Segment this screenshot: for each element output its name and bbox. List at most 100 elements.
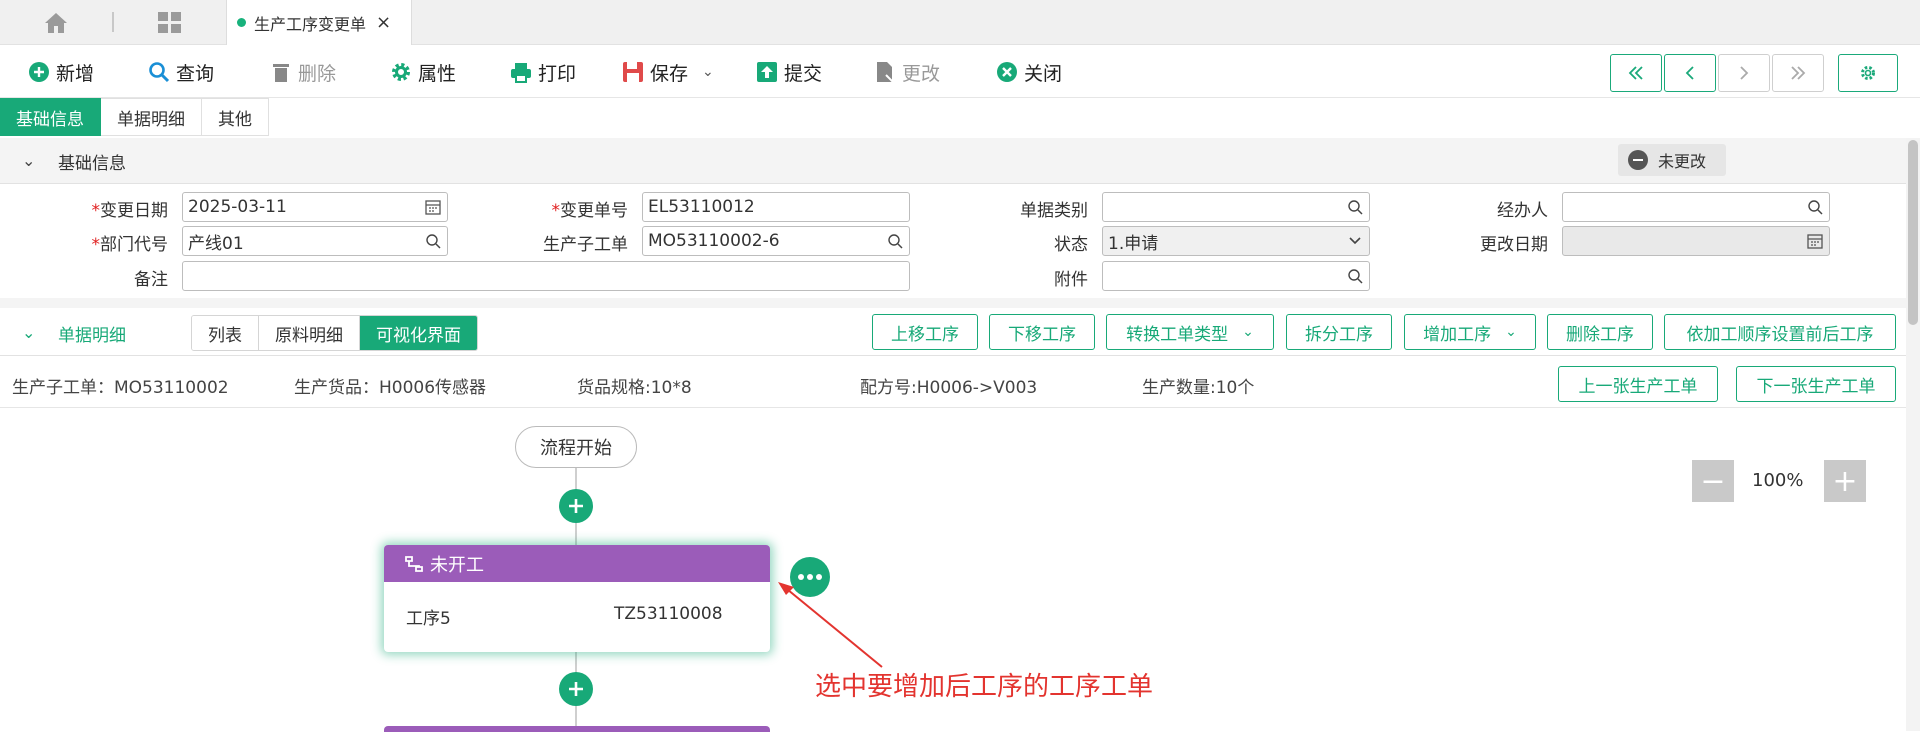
dept-field[interactable]: 产线01 xyxy=(182,226,448,256)
move-up-button[interactable]: 上移工序 xyxy=(872,314,978,350)
double-chevron-right-icon xyxy=(1791,66,1806,80)
search-icon[interactable] xyxy=(1807,199,1823,215)
tab-other[interactable]: 其他 xyxy=(202,98,269,136)
doc-detail-header: ⌄ 单据明细 列表 原料明细 可视化界面 上移工序 下移工序 转换工单类型 ⌄ 拆… xyxy=(0,310,1906,356)
dept-label: *部门代号 xyxy=(91,235,169,255)
basic-info-header: ⌄ 基础信息 未更改 xyxy=(0,138,1906,184)
annotation-arrow-icon xyxy=(778,582,883,668)
next-record-button[interactable] xyxy=(1718,54,1770,92)
prev-record-button[interactable] xyxy=(1664,54,1716,92)
search-icon xyxy=(149,62,170,83)
next-order-button[interactable]: 下一张生产工单 xyxy=(1736,366,1896,402)
save-button[interactable]: 保存 ⌄ xyxy=(622,58,714,86)
remove-op-button[interactable]: 删除工序 xyxy=(1547,314,1653,350)
info-goods: 生产货品：H0006传感器 xyxy=(294,378,487,398)
order-info-row: 生产子工单：MO53110002 生产货品：H0006传感器 货品规格:10*8… xyxy=(0,356,1906,408)
subtab-list[interactable]: 列表 xyxy=(192,316,259,350)
submit-button[interactable]: 提交 xyxy=(756,58,822,86)
attach-label: 附件 xyxy=(1054,270,1088,290)
change-no-field[interactable]: EL53110012 xyxy=(642,192,910,222)
tab-separator xyxy=(112,12,114,32)
modify-button[interactable]: 更改 xyxy=(874,58,940,86)
modify-date-label: 更改日期 xyxy=(1480,235,1548,255)
active-dot-icon xyxy=(237,18,246,27)
close-icon[interactable]: × xyxy=(376,12,391,33)
search-icon[interactable] xyxy=(1347,268,1363,284)
split-button[interactable]: 拆分工序 xyxy=(1286,314,1392,350)
close-button[interactable]: 关闭 xyxy=(996,58,1062,86)
state-select[interactable]: 1.申请 xyxy=(1102,226,1370,256)
query-label: 查询 xyxy=(176,62,215,85)
chevron-down-icon[interactable]: ⌄ xyxy=(22,323,35,342)
flow-steps-icon xyxy=(405,555,423,572)
operation-card[interactable]: 未开工 工序5 TZ53110008 xyxy=(384,545,770,652)
next-operation-card[interactable] xyxy=(384,726,770,732)
settings-button[interactable] xyxy=(1838,54,1898,92)
print-label: 打印 xyxy=(538,62,577,85)
handler-field[interactable] xyxy=(1562,192,1830,222)
prev-order-button[interactable]: 上一张生产工单 xyxy=(1558,366,1718,402)
chevron-down-icon[interactable]: ⌄ xyxy=(702,64,714,80)
properties-button[interactable]: 属性 xyxy=(390,58,456,86)
save-label: 保存 xyxy=(650,62,689,85)
upload-icon xyxy=(757,62,777,82)
modify-label: 更改 xyxy=(902,62,941,85)
search-icon[interactable] xyxy=(1347,199,1363,215)
add-op-button[interactable]: 增加工序 ⌄ xyxy=(1404,314,1536,350)
status-badge: 未更改 xyxy=(1618,144,1726,176)
remark-label: 备注 xyxy=(134,270,168,290)
plus-icon xyxy=(569,682,583,696)
zoom-level: 100% xyxy=(1752,470,1804,491)
scrollbar-thumb[interactable] xyxy=(1908,140,1918,325)
search-icon[interactable] xyxy=(425,233,441,249)
query-button[interactable]: 查询 xyxy=(148,58,214,86)
edit-doc-icon xyxy=(877,62,894,83)
tab-doc-detail[interactable]: 单据明细 xyxy=(101,98,202,136)
info-formula: 配方号:H0006->V003 xyxy=(860,378,1038,398)
calendar-icon[interactable] xyxy=(425,199,441,215)
grid-icon[interactable] xyxy=(158,12,182,34)
home-icon[interactable] xyxy=(44,12,68,34)
zoom-out-button[interactable]: − xyxy=(1692,460,1734,502)
attach-field[interactable] xyxy=(1102,261,1370,291)
change-no-label: *变更单号 xyxy=(551,201,629,221)
doc-detail-title: 单据明细 xyxy=(58,326,126,346)
minus-circle-icon xyxy=(1628,150,1648,170)
add-step-button[interactable] xyxy=(559,489,593,523)
gear-icon xyxy=(1861,66,1875,80)
modify-date-field xyxy=(1562,226,1830,256)
sub-order-field[interactable]: MO53110002-6 xyxy=(642,226,910,256)
calendar-icon xyxy=(1807,234,1823,249)
status-text: 未更改 xyxy=(1658,152,1707,171)
change-date-field[interactable]: 2025-03-11 xyxy=(182,192,448,222)
state-label: 状态 xyxy=(1054,235,1088,255)
subtab-visual[interactable]: 可视化界面 xyxy=(360,316,477,350)
new-button[interactable]: 新增 xyxy=(28,58,94,86)
chevron-down-icon[interactable] xyxy=(1347,233,1363,249)
close-label: 关闭 xyxy=(1024,62,1063,85)
tab-change-order[interactable]: 生产工序变更单 × xyxy=(226,0,412,45)
doc-type-label: 单据类别 xyxy=(1020,201,1088,221)
first-record-button[interactable] xyxy=(1610,54,1662,92)
info-spec: 货品规格:10*8 xyxy=(577,378,692,398)
convert-type-button[interactable]: 转换工单类型 ⌄ xyxy=(1106,314,1274,350)
delete-button[interactable]: 删除 xyxy=(270,58,336,86)
add-step-button[interactable] xyxy=(559,672,593,706)
remark-field[interactable] xyxy=(182,261,910,291)
zoom-in-button[interactable]: + xyxy=(1824,460,1866,502)
chevron-left-icon xyxy=(1685,66,1694,80)
move-down-button[interactable]: 下移工序 xyxy=(989,314,1095,350)
tab-basic-info[interactable]: 基础信息 xyxy=(0,98,101,136)
doc-type-field[interactable] xyxy=(1102,192,1370,222)
last-record-button[interactable] xyxy=(1772,54,1824,92)
print-button[interactable]: 打印 xyxy=(510,58,576,86)
tab-strip: 生产工序变更单 × xyxy=(0,0,1920,45)
chevron-down-icon[interactable]: ⌄ xyxy=(22,151,35,170)
operation-card-body: 工序5 TZ53110008 xyxy=(384,582,770,652)
set-order-button[interactable]: 依加工顺序设置前后工序 xyxy=(1664,314,1896,350)
section-divider xyxy=(0,298,1906,308)
properties-label: 属性 xyxy=(418,62,457,85)
subtab-materials[interactable]: 原料明细 xyxy=(259,316,360,350)
trash-icon xyxy=(273,64,289,82)
search-icon[interactable] xyxy=(887,233,903,249)
